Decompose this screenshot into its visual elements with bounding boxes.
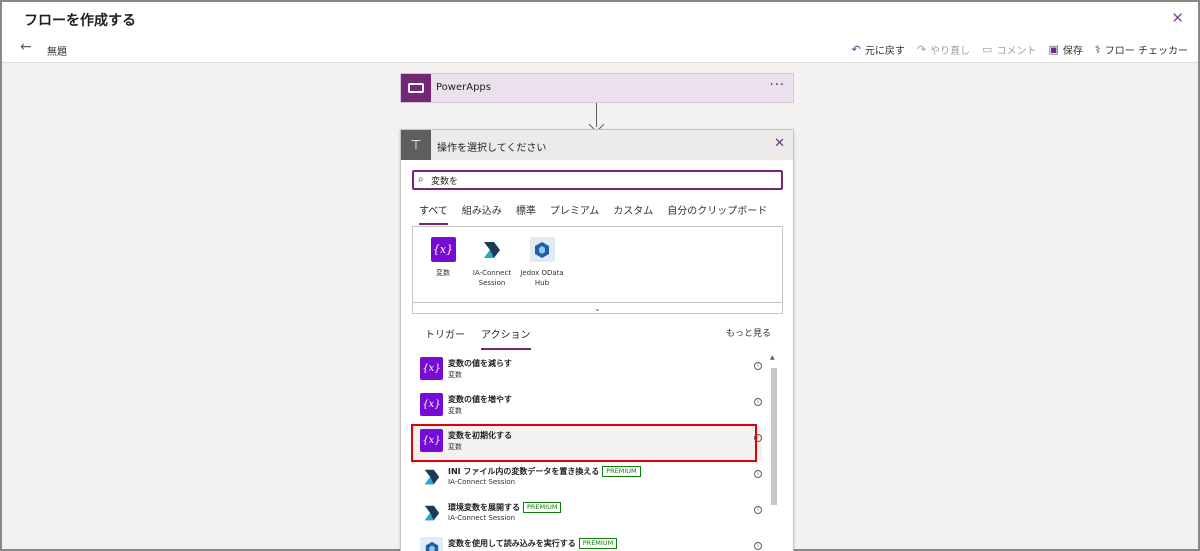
list-item[interactable]: INI ファイル内の変数データを置き換える PREMIUM IA-Connect … bbox=[412, 462, 762, 498]
tab-all[interactable]: すべて bbox=[419, 202, 448, 225]
powerapps-icon bbox=[401, 74, 431, 102]
action-connector: 変数 bbox=[448, 371, 462, 379]
tab-triggers[interactable]: トリガー bbox=[425, 326, 465, 350]
more-options-icon[interactable]: ··· bbox=[770, 78, 785, 93]
premium-badge: PREMIUM bbox=[578, 538, 618, 549]
tab-premium[interactable]: プレミアム bbox=[550, 202, 599, 225]
see-more-link[interactable]: もっと見る bbox=[726, 326, 771, 339]
redo-label: やり直し bbox=[930, 46, 971, 57]
search-box[interactable]: ⌕ bbox=[412, 170, 783, 190]
tab-builtin[interactable]: 組み込み bbox=[462, 202, 502, 225]
list-item[interactable]: 変数を使用して読み込みを実行する PREMIUM i bbox=[412, 534, 762, 551]
search-input[interactable] bbox=[431, 174, 771, 187]
connector-ia-connect[interactable]: IA-Connect Session bbox=[467, 237, 517, 288]
connector-label: Jedox OData bbox=[520, 269, 564, 277]
action-name: 変数を使用して読み込みを実行する PREMIUM bbox=[448, 538, 618, 549]
ia-connect-icon bbox=[420, 465, 443, 488]
tab-custom[interactable]: カスタム bbox=[613, 202, 653, 225]
redo-icon: ↷ bbox=[916, 43, 927, 56]
panel-header: ⊤ 操作を選択してください ✕ bbox=[401, 130, 793, 160]
expand-connectors-chevron-icon[interactable]: ⌄ bbox=[412, 302, 783, 315]
jedox-icon bbox=[529, 237, 555, 262]
list-item[interactable]: {x} 変数の値を増やす 変数 i bbox=[412, 390, 762, 426]
trigger-action-tabs: トリガー アクション bbox=[425, 326, 531, 350]
action-list-scrollbar[interactable]: ▲ bbox=[770, 354, 777, 550]
command-bar: ← 無題 ↶ 元に戻す ↷ やり直し ▭ コメント ▣ 保存 ⚕ フロー チェッ… bbox=[2, 36, 1198, 63]
category-tabs: すべて 組み込み 標準 プレミアム カスタム 自分のクリップボード bbox=[419, 202, 767, 225]
list-item[interactable]: 環境変数を展開する PREMIUM IA-Connect Session i bbox=[412, 498, 762, 534]
variable-icon: {x} bbox=[420, 393, 443, 416]
jedox-icon bbox=[420, 537, 443, 551]
panel-close-icon[interactable]: ✕ bbox=[774, 136, 785, 151]
title-bar: フローを作成する ✕ bbox=[2, 2, 1198, 36]
close-icon[interactable]: ✕ bbox=[1171, 9, 1184, 27]
ia-connect-icon bbox=[479, 237, 505, 262]
tab-my-clipboard[interactable]: 自分のクリップボード bbox=[667, 202, 767, 225]
action-name: 環境変数を展開する PREMIUM bbox=[448, 502, 562, 513]
connector-variable[interactable]: {x} 変数 bbox=[418, 237, 468, 278]
connector-list: {x} 変数 IA-Connect Session Jedox OData Hu… bbox=[412, 226, 783, 314]
selected-action-highlight bbox=[411, 424, 757, 462]
list-item[interactable]: {x} 変数の値を減らす 変数 i bbox=[412, 354, 762, 390]
variable-icon: {x} bbox=[420, 357, 443, 380]
scrollbar-thumb[interactable] bbox=[771, 368, 777, 505]
save-icon: ▣ bbox=[1048, 43, 1059, 56]
connector-label: 変数 bbox=[436, 269, 450, 277]
flow-checker-button[interactable]: ⚕ フロー チェッカー bbox=[1095, 42, 1188, 57]
premium-badge: PREMIUM bbox=[523, 502, 562, 513]
trigger-label: PowerApps bbox=[436, 82, 491, 93]
info-icon[interactable]: i bbox=[754, 470, 762, 478]
back-arrow-icon[interactable]: ← bbox=[20, 39, 32, 55]
flow-arrow-icon bbox=[588, 103, 605, 133]
command-actions: ↶ 元に戻す ↷ やり直し ▭ コメント ▣ 保存 ⚕ フロー チェッカー bbox=[852, 42, 1188, 57]
operation-icon: ⊤ bbox=[401, 130, 431, 160]
window-title: フローを作成する bbox=[24, 13, 136, 29]
action-name-text: INI ファイル内の変数データを置き換える bbox=[448, 467, 600, 476]
ia-connect-icon bbox=[420, 501, 443, 524]
action-connector: IA-Connect Session bbox=[448, 514, 516, 522]
save-label: 保存 bbox=[1062, 46, 1083, 57]
action-name-text: 環境変数を展開する bbox=[448, 503, 520, 512]
action-name-text: 変数を使用して読み込みを実行する bbox=[448, 539, 576, 548]
info-icon[interactable]: i bbox=[754, 542, 762, 550]
comment-icon: ▭ bbox=[982, 43, 993, 56]
connector-label: IA-Connect bbox=[472, 269, 512, 277]
variable-icon: {x} bbox=[430, 237, 456, 262]
search-icon: ⌕ bbox=[418, 174, 424, 185]
info-icon[interactable]: i bbox=[754, 398, 762, 406]
flow-name[interactable]: 無題 bbox=[47, 43, 67, 58]
choose-operation-panel: ⊤ 操作を選択してください ✕ ⌕ すべて 組み込み 標準 プレミアム カスタム… bbox=[400, 129, 794, 551]
connector-label-2: Session bbox=[478, 279, 506, 287]
flow-checker-label: フロー チェッカー bbox=[1104, 46, 1188, 57]
comment-label: コメント bbox=[996, 46, 1037, 57]
action-connector: 変数 bbox=[448, 407, 462, 415]
comment-button[interactable]: ▭ コメント bbox=[982, 42, 1036, 57]
info-icon[interactable]: i bbox=[754, 506, 762, 514]
save-button[interactable]: ▣ 保存 bbox=[1048, 42, 1082, 57]
redo-button[interactable]: ↷ やり直し bbox=[917, 42, 970, 57]
app-window: フローを作成する ✕ ← 無題 ↶ 元に戻す ↷ やり直し ▭ コメント ▣ 保… bbox=[0, 0, 1200, 551]
connector-jedox[interactable]: Jedox OData Hub bbox=[517, 237, 567, 288]
connector-label-2: Hub bbox=[534, 279, 550, 287]
undo-label: 元に戻す bbox=[864, 46, 905, 57]
tab-standard[interactable]: 標準 bbox=[516, 202, 536, 225]
action-connector: IA-Connect Session bbox=[448, 478, 516, 486]
action-name: 変数の値を減らす bbox=[448, 359, 512, 368]
action-name: 変数の値を増やす bbox=[448, 395, 512, 404]
premium-badge: PREMIUM bbox=[602, 466, 641, 477]
undo-icon: ↶ bbox=[851, 43, 861, 56]
action-name: INI ファイル内の変数データを置き換える PREMIUM bbox=[448, 466, 641, 477]
panel-title: 操作を選択してください bbox=[437, 143, 547, 154]
scroll-up-icon[interactable]: ▲ bbox=[770, 354, 775, 361]
info-icon[interactable]: i bbox=[754, 362, 762, 370]
stethoscope-icon: ⚕ bbox=[1094, 43, 1101, 56]
powerapps-trigger-card[interactable]: PowerApps ··· bbox=[400, 73, 794, 103]
tab-actions[interactable]: アクション bbox=[481, 326, 531, 350]
undo-button[interactable]: ↶ 元に戻す bbox=[852, 42, 905, 57]
